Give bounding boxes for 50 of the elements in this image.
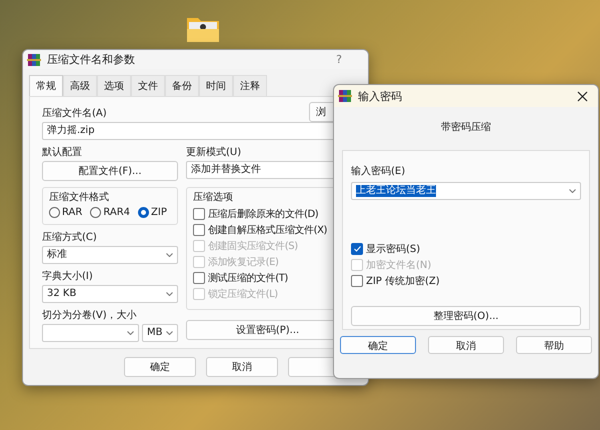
chevron-down-icon: [127, 331, 134, 335]
help-button[interactable]: ?: [336, 53, 342, 66]
tab[interactable]: 选项: [97, 75, 131, 96]
chevron-down-icon: [166, 331, 173, 335]
dialog-button[interactable]: 帮助: [516, 336, 592, 354]
option-checkbox[interactable]: 压缩后删除原来的文件(D): [193, 207, 342, 221]
tab[interactable]: 文件: [131, 75, 165, 96]
format-radio[interactable]: ZIP: [138, 207, 167, 218]
volume-size-dropdown[interactable]: [42, 324, 139, 342]
dialog-button[interactable]: 确定: [124, 357, 196, 377]
dialog-button[interactable]: 取消: [428, 336, 504, 354]
organize-passwords-button[interactable]: 整理密码(O)...: [351, 306, 581, 326]
option-checkbox[interactable]: 创建自解压格式压缩文件(X): [193, 223, 342, 237]
group-title: 压缩文件格式: [49, 190, 110, 204]
app-icon: [338, 89, 352, 103]
app-icon: [27, 52, 41, 66]
password-checkbox[interactable]: 显示密码(S): [351, 242, 581, 256]
tab[interactable]: 常规: [29, 75, 63, 96]
dialog-heading: 带密码压缩: [440, 120, 492, 135]
chevron-down-icon: [166, 253, 173, 257]
password-field[interactable]: 上老王论坛当老王: [351, 182, 581, 200]
checkmark-icon: [354, 246, 360, 252]
unit-dropdown[interactable]: MB: [142, 324, 178, 342]
tab[interactable]: 高级: [63, 75, 97, 96]
folder-icon: [186, 15, 220, 43]
field-label: 压缩方式(C): [42, 230, 98, 244]
tab[interactable]: 备份: [165, 75, 199, 96]
dictionary-dropdown[interactable]: 32 KB: [42, 285, 178, 303]
dialog-button[interactable]: 确定: [340, 336, 416, 354]
chevron-down-icon: [569, 189, 576, 193]
chevron-down-icon: [166, 292, 173, 296]
close-icon[interactable]: [577, 90, 588, 102]
field-label: 默认配置: [42, 146, 83, 159]
dialog-button[interactable]: 取消: [206, 357, 278, 377]
format-radio[interactable]: RAR: [49, 207, 82, 218]
password-checkbox[interactable]: ZIP 传统加密(Z): [351, 274, 581, 288]
method-dropdown[interactable]: 标准: [42, 246, 178, 264]
format-radio[interactable]: RAR4: [90, 207, 130, 218]
field-label: 更新模式(U): [186, 146, 242, 159]
field-label: 压缩文件名(A): [42, 106, 107, 120]
profile-button[interactable]: 配置文件(F)...: [42, 161, 178, 181]
field-label: 字典大小(I): [42, 270, 94, 283]
tab[interactable]: 注释: [233, 75, 267, 96]
tab[interactable]: 时间: [199, 75, 233, 96]
option-checkbox[interactable]: 测试压缩的文件(T): [193, 271, 342, 285]
window-title: 压缩文件名和参数: [47, 52, 136, 67]
field-label: 切分为分卷(V)，大小: [42, 308, 138, 322]
field-label: 输入密码(E): [351, 164, 406, 178]
window-title: 输入密码: [358, 88, 403, 104]
group-title: 压缩选项: [193, 190, 234, 204]
